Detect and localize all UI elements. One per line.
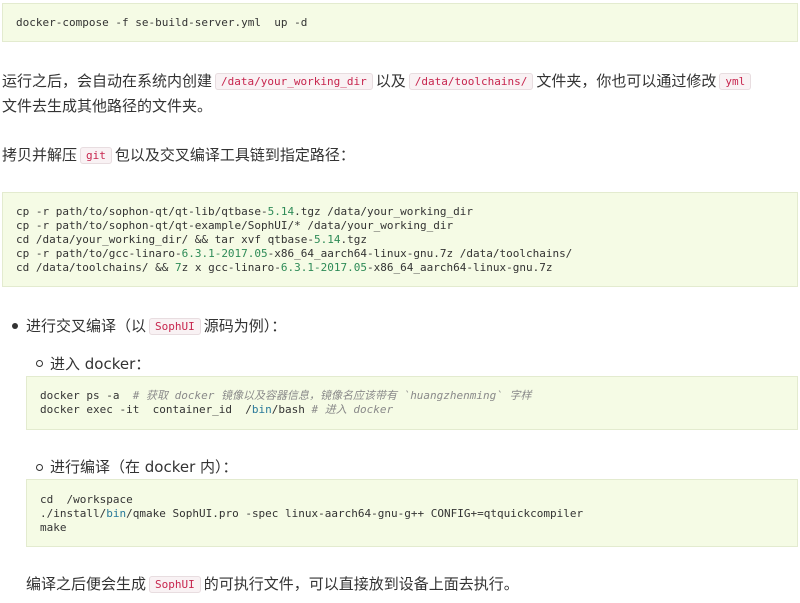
code-line: cp -r path/to/sophon-qt/qt-lib/qtbase-5.… (16, 205, 784, 219)
code-token: # 进入 docker (311, 403, 394, 416)
sub-item-compile: 进行编译（在 docker 内）： (50, 458, 238, 476)
list-item-text: 进行交叉编译（以 (26, 317, 147, 335)
code-token: 6.3.1-2017.05 (280, 261, 368, 274)
code-block-qmake: cd /workspace ./install/bin/qmake SophUI.… (26, 479, 798, 547)
paragraph-text: 以及 (375, 72, 406, 90)
paragraph-text: 的可执行文件，可以直接放到设备上面去执行。 (203, 575, 519, 593)
code-token: -x86_64_aarch64-linux-gnu.7z (367, 261, 553, 274)
code-token: docker exec -it container_id / (40, 403, 252, 416)
code-token: docker ps -a (40, 389, 133, 402)
list-item-cross-compile: 进行交叉编译（以 SophUI 源码为例）： (26, 314, 286, 339)
code-token: 7 (174, 261, 182, 274)
paragraph-output: 编译之后便会生成 SophUI 的可执行文件，可以直接放到设备上面去执行。 (26, 572, 519, 597)
code-token: docker-compose -f se-build-server.yml up… (16, 16, 308, 29)
inline-code: SophUI (149, 318, 201, 335)
code-line: docker-compose -f se-build-server.yml up… (16, 16, 784, 30)
code-line: docker ps -a # 获取 docker 镜像以及容器信息，镜像名应该带… (40, 389, 784, 403)
code-token: 5.14 (314, 233, 341, 246)
code-token: cd /workspace (40, 493, 133, 506)
code-block-docker-exec: docker ps -a # 获取 docker 镜像以及容器信息，镜像名应该带… (26, 376, 798, 430)
paragraph-text: 包以及交叉编译工具链到指定路径： (114, 146, 355, 164)
inline-code: yml (719, 73, 752, 90)
code-block-docker-compose: docker-compose -f se-build-server.yml up… (2, 3, 798, 42)
paragraph-text: 编译之后便会生成 (26, 575, 147, 593)
inline-code: /data/your_working_dir (215, 73, 373, 90)
code-token: bin (251, 403, 272, 416)
code-token: /qmake SophUI.pro -spec linux-aarch64-gn… (126, 507, 584, 520)
code-line: cp -r path/to/gcc-linaro-6.3.1-2017.05-x… (16, 247, 784, 261)
list-item-text: 源码为例）： (203, 317, 287, 335)
code-line: cd /workspace (40, 493, 784, 507)
code-line: cp -r path/to/sophon-qt/qt-example/SophU… (16, 219, 784, 233)
code-token: cd /data/toolchains/ && (16, 261, 175, 274)
code-token: cp -r path/to/gcc-linaro- (16, 247, 182, 260)
code-token: make (40, 521, 67, 534)
inline-code: git (80, 147, 112, 164)
code-token: -x86_64_aarch64-linux-gnu.7z /data/toolc… (267, 247, 573, 260)
bullet-disc-icon (12, 323, 18, 329)
bullet-circle-icon (36, 464, 43, 471)
code-token: cp -r path/to/sophon-qt/qt-lib/qtbase- (16, 205, 268, 218)
code-token: bin (106, 507, 127, 520)
paragraph-text: 文件夹，你也可以通过修改 (536, 72, 717, 90)
inline-code: SophUI (149, 576, 201, 593)
paragraph-copy-extract: 拷贝并解压 git 包以及交叉编译工具链到指定路径： (2, 143, 355, 168)
paragraph-text: 运行之后，会自动在系统内创建 (2, 72, 213, 90)
paragraph-text: 拷贝并解压 (2, 146, 78, 164)
code-line: docker exec -it container_id /bin/bash #… (40, 403, 784, 417)
code-line: ./install/bin/qmake SophUI.pro -spec lin… (40, 507, 784, 521)
code-token: /bash (271, 403, 312, 416)
code-token: cd /data/your_working_dir/ && tar xvf qt… (16, 233, 315, 246)
paragraph-create-dirs-line2: 文件去生成其他路径的文件夹。 (2, 97, 213, 115)
code-line: cd /data/toolchains/ && 7z x gcc-linaro-… (16, 261, 784, 275)
code-token: 5.14 (267, 205, 295, 218)
code-token: # 获取 docker 镜像以及容器信息，镜像名应该带有 `huangzhenm… (132, 389, 532, 402)
code-block-copy-commands: cp -r path/to/sophon-qt/qt-lib/qtbase-5.… (2, 192, 798, 287)
code-token: 6.3.1-2017.05 (181, 247, 268, 260)
code-token: .tgz /data/your_working_dir (294, 205, 473, 218)
bullet-circle-icon (36, 360, 43, 367)
code-token: ./install/ (40, 507, 107, 520)
code-line: make (40, 521, 784, 535)
code-token: .tgz (340, 233, 368, 246)
inline-code: /data/toolchains/ (408, 73, 534, 90)
code-token: cp -r path/to/sophon-qt/qt-example/SophU… (16, 219, 454, 232)
code-line: cd /data/your_working_dir/ && tar xvf qt… (16, 233, 784, 247)
sub-item-enter-docker: 进入 docker： (50, 355, 151, 373)
code-token: z x gcc-linaro- (181, 261, 281, 274)
paragraph-create-dirs: 运行之后，会自动在系统内创建/data/your_working_dir 以及/d… (2, 69, 754, 94)
